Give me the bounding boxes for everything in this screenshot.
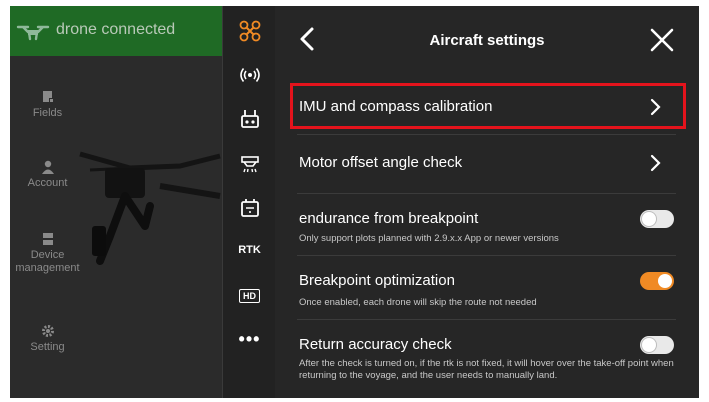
device-icon — [42, 233, 53, 245]
rail-remote-controller[interactable] — [223, 106, 276, 132]
remote-controller-icon — [240, 110, 259, 128]
row-description: Only support plots planned with 2.9.x.x … — [299, 233, 559, 244]
page-title: Aircraft settings — [429, 32, 545, 49]
app-screen: drone connected Fields Account Device ma… — [10, 6, 699, 398]
close-icon[interactable] — [649, 27, 675, 53]
nav-item-device-management[interactable]: Device management — [10, 232, 85, 275]
drone-icon — [16, 25, 50, 41]
row-label: Motor offset angle check — [299, 154, 463, 171]
row-description: After the check is turned on, if the rtk… — [299, 358, 674, 381]
nav-label: Setting — [30, 341, 65, 353]
person-icon — [41, 160, 54, 174]
nav-item-account[interactable]: Account — [10, 160, 85, 189]
nav-label: Account — [27, 177, 68, 189]
battery-icon — [240, 199, 259, 217]
nav-item-setting[interactable]: Setting — [10, 324, 85, 353]
drone-status-banner[interactable]: drone connected — [10, 6, 222, 56]
drone-icon — [239, 20, 260, 42]
rail-rtk[interactable]: RTK — [223, 237, 276, 263]
signal-icon — [239, 68, 260, 82]
nav-label: Fields — [32, 107, 63, 119]
icon-rail: RTK HD ••• — [222, 6, 276, 398]
drone-connection-status: drone connected — [56, 21, 176, 38]
rail-more-button[interactable]: ••• — [223, 326, 276, 352]
endurance-from-breakpoint-row: endurance from breakpoint Only support p… — [297, 193, 676, 256]
nav-label: Device management — [15, 249, 80, 274]
nav-item-fields[interactable]: Fields — [10, 90, 85, 119]
toggle-knob — [642, 338, 656, 352]
row-description: Once enabled, each drone will skip the r… — [299, 297, 537, 308]
spray-icon — [240, 156, 259, 173]
row-label: Breakpoint optimization — [299, 272, 455, 289]
rail-spray-settings[interactable] — [223, 151, 276, 177]
panel-header: Aircraft settings — [275, 6, 699, 68]
toggle-knob — [658, 274, 672, 288]
hd-label: HD — [243, 291, 256, 301]
rail-aircraft-settings[interactable] — [223, 18, 276, 44]
chevron-right-icon — [650, 154, 661, 172]
breakpoint-optimization-row: Breakpoint optimization Once enabled, ea… — [297, 255, 676, 320]
rail-hd[interactable]: HD — [223, 283, 276, 309]
fields-icon — [42, 91, 54, 103]
aircraft-settings-panel: Aircraft settings IMU and compass calibr… — [275, 6, 699, 398]
motor-offset-angle-check-row[interactable]: Motor offset angle check — [297, 134, 676, 194]
return-accuracy-check-row: Return accuracy check After the check is… — [297, 319, 676, 398]
drone-image — [79, 151, 221, 265]
rail-battery[interactable] — [223, 195, 276, 221]
row-label: Return accuracy check — [299, 336, 452, 353]
breakpoint-optimization-toggle[interactable] — [640, 272, 674, 290]
gear-icon — [41, 325, 54, 337]
rail-signal[interactable] — [223, 62, 276, 88]
highlight-box — [290, 83, 686, 129]
toggle-knob — [642, 212, 656, 226]
main-app-background: drone connected Fields Account Device ma… — [10, 6, 222, 398]
return-accuracy-toggle[interactable] — [640, 336, 674, 354]
row-label: endurance from breakpoint — [299, 210, 479, 227]
hd-icon: HD — [239, 289, 260, 303]
endurance-toggle[interactable] — [640, 210, 674, 228]
